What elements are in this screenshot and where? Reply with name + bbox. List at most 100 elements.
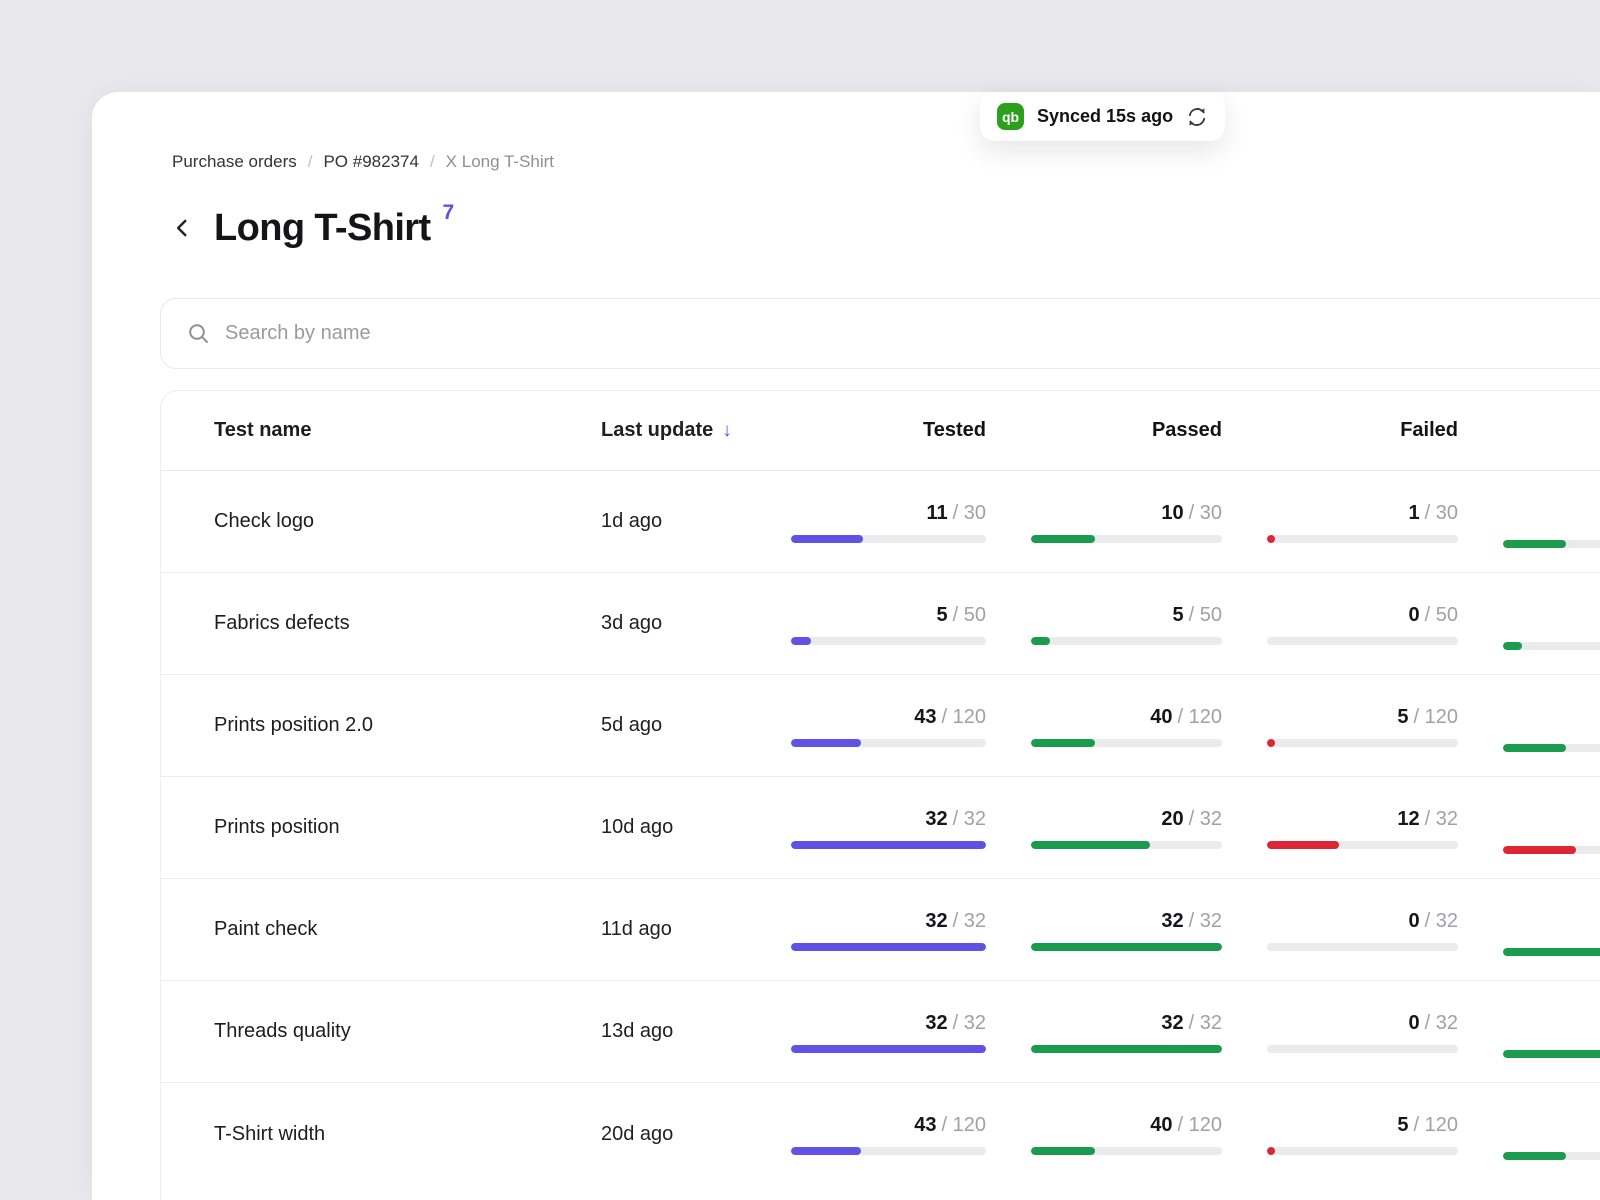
passed-cell: 40/ 120 (986, 1113, 1222, 1155)
failed-progress-bar (1267, 943, 1458, 951)
test-name: Fabrics defects (161, 612, 601, 635)
failed-value: 0/ 32 (1409, 909, 1458, 933)
table-row[interactable]: Fabrics defects 3d ago 5/ 50 5/ 50 0/ 50 (161, 573, 1600, 675)
passed-value: 10/ 30 (1161, 501, 1222, 525)
breadcrumb-purchase-orders[interactable]: Purchase orders (172, 152, 297, 172)
tested-progress-bar (791, 739, 986, 747)
tested-progress-bar (791, 637, 986, 645)
chevron-left-icon (171, 217, 193, 239)
table-row[interactable]: Prints position 10d ago 32/ 32 20/ 32 12… (161, 777, 1600, 879)
sort-desc-icon: ↓ (722, 420, 732, 442)
last-update: 1d ago (601, 510, 791, 533)
extra-progress-bar (1503, 540, 1600, 548)
tested-cell: 43/ 120 (791, 1113, 986, 1155)
extra-cell (1458, 802, 1600, 854)
failed-value: 1/ 30 (1409, 501, 1458, 525)
failed-cell: 12/ 32 (1222, 807, 1458, 849)
passed-progress-bar (1031, 841, 1222, 849)
extra-cell (1458, 1006, 1600, 1058)
test-name: Check logo (161, 510, 601, 533)
table-row[interactable]: T-Shirt width 20d ago 43/ 120 40/ 120 5/… (161, 1083, 1600, 1185)
table-row[interactable]: Paint check 11d ago 32/ 32 32/ 32 0/ 32 (161, 879, 1600, 981)
column-header-test-name[interactable]: Test name (161, 419, 601, 442)
tested-progress-bar (791, 535, 986, 543)
passed-value: 32/ 32 (1161, 909, 1222, 933)
last-update: 11d ago (601, 918, 791, 941)
extra-cell (1458, 496, 1600, 548)
table-header: Test name Last update ↓ Tested Passed Fa… (161, 391, 1600, 471)
extra-progress-bar (1503, 846, 1600, 854)
search-icon (187, 322, 210, 345)
last-update: 10d ago (601, 816, 791, 839)
table-row[interactable]: Threads quality 13d ago 32/ 32 32/ 32 0/… (161, 981, 1600, 1083)
failed-value: 5/ 120 (1397, 1113, 1458, 1137)
failed-progress-bar (1267, 637, 1458, 645)
tested-value: 32/ 32 (925, 909, 986, 933)
refresh-icon[interactable] (1186, 106, 1208, 128)
extra-cell (1458, 700, 1600, 752)
tested-cell: 32/ 32 (791, 909, 986, 951)
search-bar (160, 298, 1600, 369)
tested-cell: 5/ 50 (791, 603, 986, 645)
passed-value: 40/ 120 (1150, 1113, 1222, 1137)
sync-status-pill[interactable]: qb Synced 15s ago (980, 92, 1225, 141)
extra-cell (1458, 1108, 1600, 1160)
sync-status-text: Synced 15s ago (1037, 106, 1173, 127)
last-update: 3d ago (601, 612, 791, 635)
failed-progress-bar (1267, 1147, 1458, 1155)
passed-value: 40/ 120 (1150, 705, 1222, 729)
last-update: 5d ago (601, 714, 791, 737)
failed-cell: 0/ 32 (1222, 909, 1458, 951)
failed-value: 0/ 50 (1409, 603, 1458, 627)
tested-progress-bar (791, 943, 986, 951)
failed-progress-bar (1267, 535, 1458, 543)
extra-progress-bar (1503, 1050, 1600, 1058)
extra-progress-bar (1503, 948, 1600, 956)
last-update: 20d ago (601, 1123, 791, 1146)
passed-progress-bar (1031, 1147, 1222, 1155)
passed-cell: 32/ 32 (986, 1011, 1222, 1053)
content-card: Purchase orders / PO #982374 / X Long T-… (92, 92, 1600, 1200)
column-header-failed[interactable]: Failed (1222, 419, 1458, 442)
tests-table: Test name Last update ↓ Tested Passed Fa… (160, 390, 1600, 1200)
passed-progress-bar (1031, 943, 1222, 951)
passed-cell: 20/ 32 (986, 807, 1222, 849)
test-name: Prints position (161, 816, 601, 839)
tested-cell: 11/ 30 (791, 501, 986, 543)
column-header-tested[interactable]: Tested (791, 419, 986, 442)
tested-value: 43/ 120 (914, 1113, 986, 1137)
failed-cell: 5/ 120 (1222, 705, 1458, 747)
column-header-passed[interactable]: Passed (986, 419, 1222, 442)
extra-progress-bar (1503, 1152, 1600, 1160)
table-row[interactable]: Prints position 2.0 5d ago 43/ 120 40/ 1… (161, 675, 1600, 777)
breadcrumb-separator: / (430, 152, 435, 172)
failed-value: 12/ 32 (1397, 807, 1458, 831)
tested-value: 11/ 30 (926, 501, 986, 525)
passed-cell: 40/ 120 (986, 705, 1222, 747)
passed-value: 32/ 32 (1161, 1011, 1222, 1035)
passed-cell: 32/ 32 (986, 909, 1222, 951)
table-body: Check logo 1d ago 11/ 30 10/ 30 1/ 30 (161, 471, 1600, 1185)
back-button[interactable] (168, 214, 196, 242)
extra-progress-bar (1503, 642, 1600, 650)
last-update: 13d ago (601, 1020, 791, 1043)
breadcrumb-separator: / (308, 152, 313, 172)
breadcrumb-current-page: X Long T-Shirt (446, 152, 554, 172)
breadcrumb-po-number[interactable]: PO #982374 (323, 152, 418, 172)
passed-progress-bar (1031, 1045, 1222, 1053)
tested-cell: 32/ 32 (791, 807, 986, 849)
failed-cell: 1/ 30 (1222, 501, 1458, 543)
failed-cell: 0/ 32 (1222, 1011, 1458, 1053)
test-name: T-Shirt width (161, 1123, 601, 1146)
column-header-last-update-label: Last update (601, 419, 713, 442)
search-input[interactable] (225, 299, 1600, 368)
passed-value: 5/ 50 (1173, 603, 1222, 627)
tested-progress-bar (791, 1147, 986, 1155)
column-header-last-update[interactable]: Last update ↓ (601, 419, 791, 442)
passed-progress-bar (1031, 637, 1222, 645)
passed-cell: 10/ 30 (986, 501, 1222, 543)
table-row[interactable]: Check logo 1d ago 11/ 30 10/ 30 1/ 30 (161, 471, 1600, 573)
failed-value: 0/ 32 (1409, 1011, 1458, 1035)
failed-cell: 5/ 120 (1222, 1113, 1458, 1155)
passed-progress-bar (1031, 739, 1222, 747)
